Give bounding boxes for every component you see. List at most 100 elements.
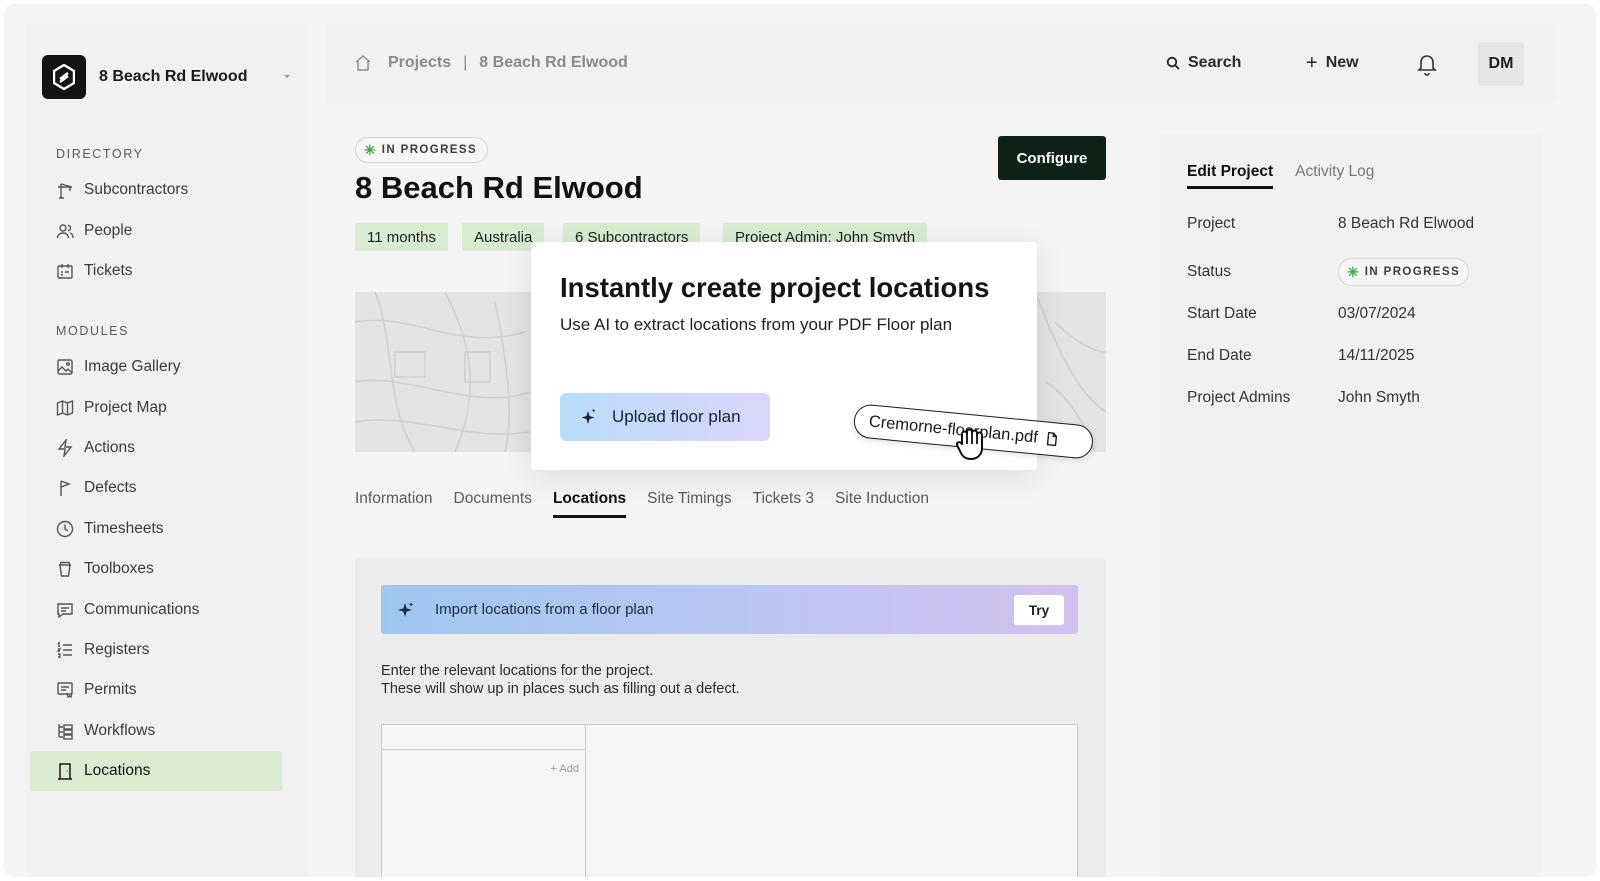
tab-activity-log[interactable]: Activity Log [1295,163,1374,189]
chevron-down-icon [284,75,290,78]
clock-icon [56,520,74,538]
modules-section-label: MODULES [56,324,130,338]
tab-site-timings[interactable]: Site Timings [647,490,731,518]
door-icon [58,763,72,780]
status-badge-label: IN PROGRESS [381,144,478,156]
project-field-label: Project [1187,215,1236,232]
message-icon [57,603,73,619]
locations-panel: Import locations from a floor plan Try E… [355,558,1106,877]
sidebar-item-label: Workflows [84,722,156,739]
tab-information[interactable]: Information [355,490,433,518]
try-button[interactable]: Try [1014,595,1064,625]
sidebar-item-defects[interactable]: Defects [30,468,282,508]
sidebar-item-label: Subcontractors [84,181,189,198]
breadcrumb-projects-link[interactable]: Projects [388,54,451,72]
sidebar-item-label: Project Map [84,399,167,416]
sidebar: 8 Beach Rd Elwood DIRECTORY Subcontracto… [26,22,308,877]
locations-tree-column: + Add [382,725,586,877]
sidebar-item-label: Locations [84,762,151,779]
sidebar-item-label: Actions [84,439,135,456]
import-banner-text: Import locations from a floor plan [435,601,654,618]
sidebar-item-actions[interactable]: Actions [30,428,282,468]
list-icon [56,641,72,658]
sidebar-item-workflows[interactable]: Workflows [30,711,282,751]
search-button[interactable]: Search [1166,54,1241,72]
sidebar-item-label: Registers [84,641,150,658]
ticket-icon [57,264,73,279]
flag-icon [60,480,71,496]
status-field-value: IN PROGRESS [1364,266,1461,278]
sidebar-item-label: Timesheets [84,520,164,537]
page-title: 8 Beach Rd Elwood [355,170,643,205]
tab-edit-project[interactable]: Edit Project [1187,163,1274,189]
workflow-icon [58,724,73,740]
sidebar-item-subcontractors[interactable]: Subcontractors [30,170,282,210]
avatar[interactable]: DM [1478,42,1524,86]
bolt-icon [57,439,73,457]
sidebar-item-label: People [84,222,133,239]
sidebar-item-label: Defects [84,479,137,496]
home-icon[interactable] [354,54,372,72]
grab-cursor-icon [955,428,983,460]
map-icon [56,399,74,417]
new-label: New [1325,54,1359,71]
locations-column-header [382,725,585,750]
image-icon [57,359,73,375]
app-window: 8 Beach Rd Elwood DIRECTORY Subcontracto… [4,4,1596,877]
new-button[interactable]: + New [1306,53,1359,73]
bell-icon[interactable] [1416,52,1438,76]
end-date-label: End Date [1187,347,1252,364]
project-tabs: Information Documents Locations Site Tim… [355,490,950,518]
sidebar-item-label: Communications [84,601,200,618]
start-date-value: 03/07/2024 [1338,305,1416,322]
project-admins-label: Project Admins [1187,389,1291,406]
file-icon [1046,431,1057,447]
details-tabs: Edit Project Activity Log [1187,163,1396,189]
sidebar-item-timesheets[interactable]: Timesheets [30,509,282,549]
breadcrumb: Projects | 8 Beach Rd Elwood [354,54,628,72]
project-selector-label: 8 Beach Rd Elwood [99,68,248,85]
popup-title: Instantly create project locations [560,272,990,303]
sidebar-item-label: Image Gallery [84,358,181,375]
directory-section-label: DIRECTORY [56,147,144,161]
breadcrumb-current: 8 Beach Rd Elwood [479,54,628,71]
sidebar-item-locations[interactable]: Locations [30,751,282,791]
sparkle-icon [398,601,414,617]
sparkle-icon [581,409,597,424]
tab-locations[interactable]: Locations [552,490,627,518]
import-floor-plan-banner[interactable]: Import locations from a floor plan Try [381,585,1078,634]
sidebar-item-people[interactable]: People [30,211,282,251]
sidebar-item-label: Toolboxes [84,560,154,577]
sidebar-item-project-map[interactable]: Project Map [30,388,282,428]
tab-site-induction[interactable]: Site Induction [835,490,929,518]
upload-floor-plan-button[interactable]: Upload floor plan [560,393,770,441]
sidebar-item-permits[interactable]: Permits [30,670,282,710]
end-date-value: 14/11/2025 [1338,347,1415,364]
sidebar-item-registers[interactable]: Registers [30,630,282,670]
top-bar: Projects | 8 Beach Rd Elwood Search + Ne… [326,22,1556,102]
sidebar-item-label: Permits [84,681,137,698]
locations-table: + Add [381,724,1078,877]
configure-button[interactable]: Configure [998,136,1106,180]
help-line-2: These will show up in places such as fil… [381,681,740,697]
sidebar-item-toolboxes[interactable]: Toolboxes [30,549,282,589]
people-icon [56,224,74,239]
status-dot-icon: ✳ [1347,263,1359,280]
search-label: Search [1188,54,1242,71]
tab-tickets[interactable]: Tickets 3 [753,490,814,518]
start-date-label: Start Date [1187,305,1257,322]
sidebar-item-communications[interactable]: Communications [30,590,282,630]
app-logo-icon [42,55,86,99]
tab-documents[interactable]: Documents [454,490,532,518]
add-location-link[interactable]: + Add [551,763,579,775]
cup-icon [58,561,72,577]
locations-help-text: Enter the relevant locations for the pro… [381,662,740,698]
help-line-1: Enter the relevant locations for the pro… [381,663,654,679]
breadcrumb-separator: | [463,54,468,71]
project-selector[interactable]: 8 Beach Rd Elwood [42,54,292,100]
sidebar-item-tickets[interactable]: Tickets [30,251,282,291]
status-field-label: Status [1187,263,1231,280]
status-field-badge: ✳ IN PROGRESS [1338,258,1470,286]
sidebar-item-image-gallery[interactable]: Image Gallery [30,347,282,387]
search-icon [1166,56,1180,70]
